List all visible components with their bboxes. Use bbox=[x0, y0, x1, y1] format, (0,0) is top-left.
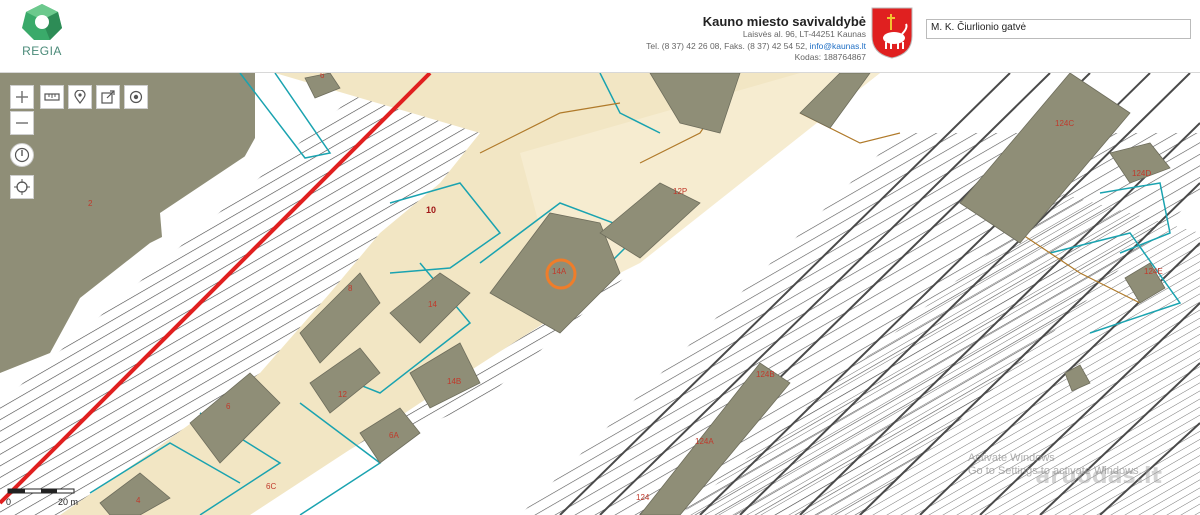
zoom-out-button[interactable] bbox=[10, 111, 34, 135]
email-link[interactable]: info@kaunas.lt bbox=[810, 41, 866, 51]
my-location-button[interactable] bbox=[10, 175, 34, 199]
measure-button[interactable] bbox=[40, 85, 64, 109]
plus-icon bbox=[16, 91, 28, 103]
pin-icon bbox=[74, 90, 86, 104]
municipality-contacts: Tel. (8 37) 42 26 08, Faks. (8 37) 42 54… bbox=[446, 41, 866, 53]
export-button[interactable] bbox=[96, 85, 120, 109]
app-header: REGIA Kauno miesto savivaldybė Laisvės a… bbox=[0, 0, 1200, 73]
export-icon bbox=[101, 90, 115, 104]
scale-zero: 0 bbox=[6, 497, 12, 507]
power-button[interactable] bbox=[10, 143, 34, 167]
label-12: 12 bbox=[338, 390, 347, 399]
regia-logo-icon bbox=[22, 4, 62, 40]
municipality-name: Kauno miesto savivaldybė bbox=[702, 14, 866, 29]
scale-bar-graphic bbox=[7, 488, 75, 494]
label-4: 4 bbox=[136, 496, 141, 505]
logo-text: REGIA bbox=[22, 44, 62, 58]
label-124: 124 bbox=[636, 493, 650, 502]
municipality-code: Kodas: 188764867 bbox=[794, 52, 866, 62]
label-6: 6 bbox=[226, 402, 231, 411]
municipality-info: Kauno miesto savivaldybė Laisvės al. 96,… bbox=[446, 14, 866, 64]
label-6-top: 6 bbox=[320, 73, 325, 80]
label-14B: 14B bbox=[447, 377, 461, 386]
coat-of-arms-icon bbox=[871, 7, 913, 59]
scale-distance: 20 m bbox=[57, 497, 78, 507]
power-icon bbox=[14, 147, 30, 163]
cadastral-map[interactable]: 10 2 6 8 14 14A 12P 12 14B 6 6A 6C 4 124… bbox=[0, 73, 1200, 515]
minus-icon bbox=[16, 122, 28, 124]
municipality-address: Laisvės al. 96, LT-44251 Kaunas bbox=[742, 29, 866, 39]
locate-target-button[interactable] bbox=[124, 85, 148, 109]
ruler-icon bbox=[44, 93, 60, 101]
label-12P: 12P bbox=[673, 187, 687, 196]
label-10: 10 bbox=[426, 205, 436, 215]
scale-bar: 0 20 m bbox=[6, 487, 78, 507]
label-124C: 124C bbox=[1055, 119, 1074, 128]
place-marker-button[interactable] bbox=[68, 85, 92, 109]
label-2: 2 bbox=[88, 199, 93, 208]
label-6A: 6A bbox=[389, 431, 399, 440]
label-8: 8 bbox=[348, 284, 353, 293]
map-viewport[interactable]: 10 2 6 8 14 14A 12P 12 14B 6 6A 6C 4 124… bbox=[0, 73, 1200, 515]
zoom-in-button[interactable] bbox=[10, 85, 34, 109]
activation-line2: Go to Settings to activate Windows. bbox=[968, 465, 1142, 477]
address-search-input[interactable]: M. K. Čiurlionio gatvė bbox=[926, 19, 1191, 39]
label-14A: 14A bbox=[552, 267, 567, 276]
crosshair-icon bbox=[14, 179, 30, 195]
regia-logo[interactable]: REGIA bbox=[14, 2, 66, 64]
label-124E: 124E bbox=[1144, 267, 1163, 276]
target-icon bbox=[129, 90, 143, 104]
label-124D: 124D bbox=[1132, 169, 1151, 178]
label-124B: 124B bbox=[756, 370, 775, 379]
windows-activation-notice: Activate Windows Go to Settings to activ… bbox=[968, 452, 1142, 478]
label-124A: 124A bbox=[695, 437, 714, 446]
activation-line1: Activate Windows bbox=[968, 452, 1055, 464]
contacts-text: Tel. (8 37) 42 26 08, Faks. (8 37) 42 54… bbox=[646, 40, 810, 51]
label-6C: 6C bbox=[266, 482, 276, 491]
label-14: 14 bbox=[428, 300, 437, 309]
